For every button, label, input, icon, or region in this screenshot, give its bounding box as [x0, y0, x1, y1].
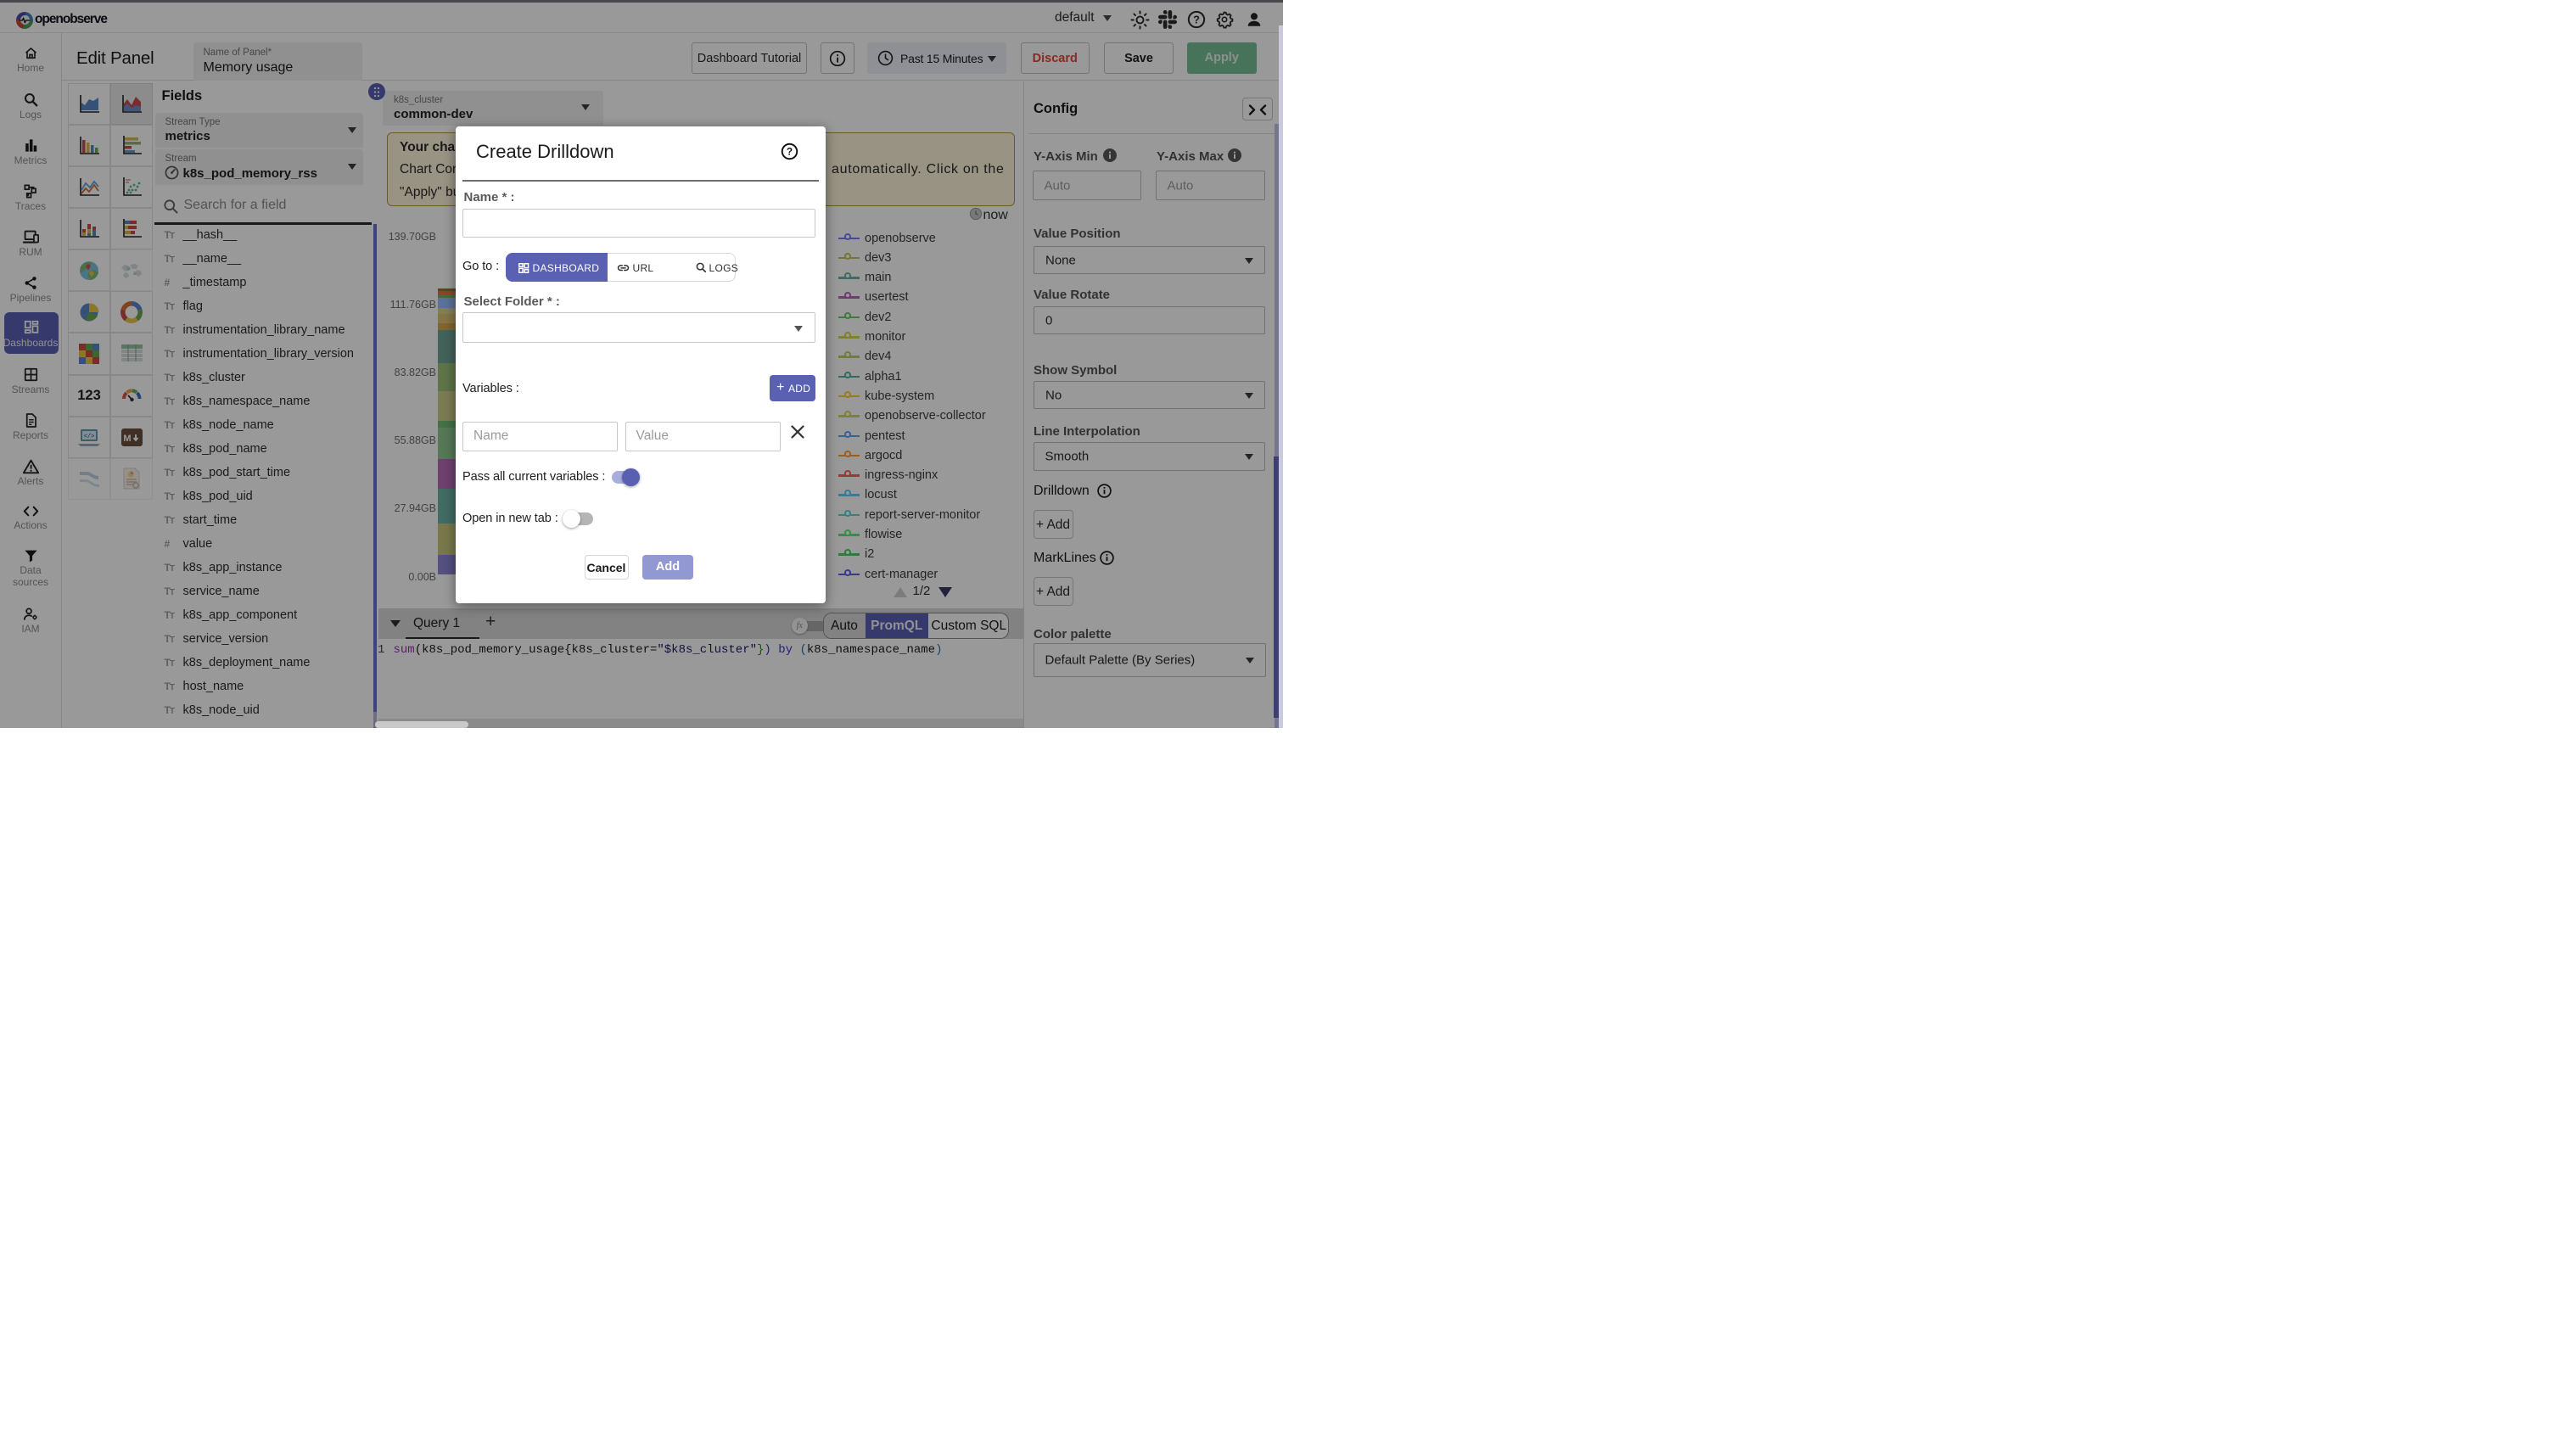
svg-text:?: ? — [786, 145, 792, 157]
